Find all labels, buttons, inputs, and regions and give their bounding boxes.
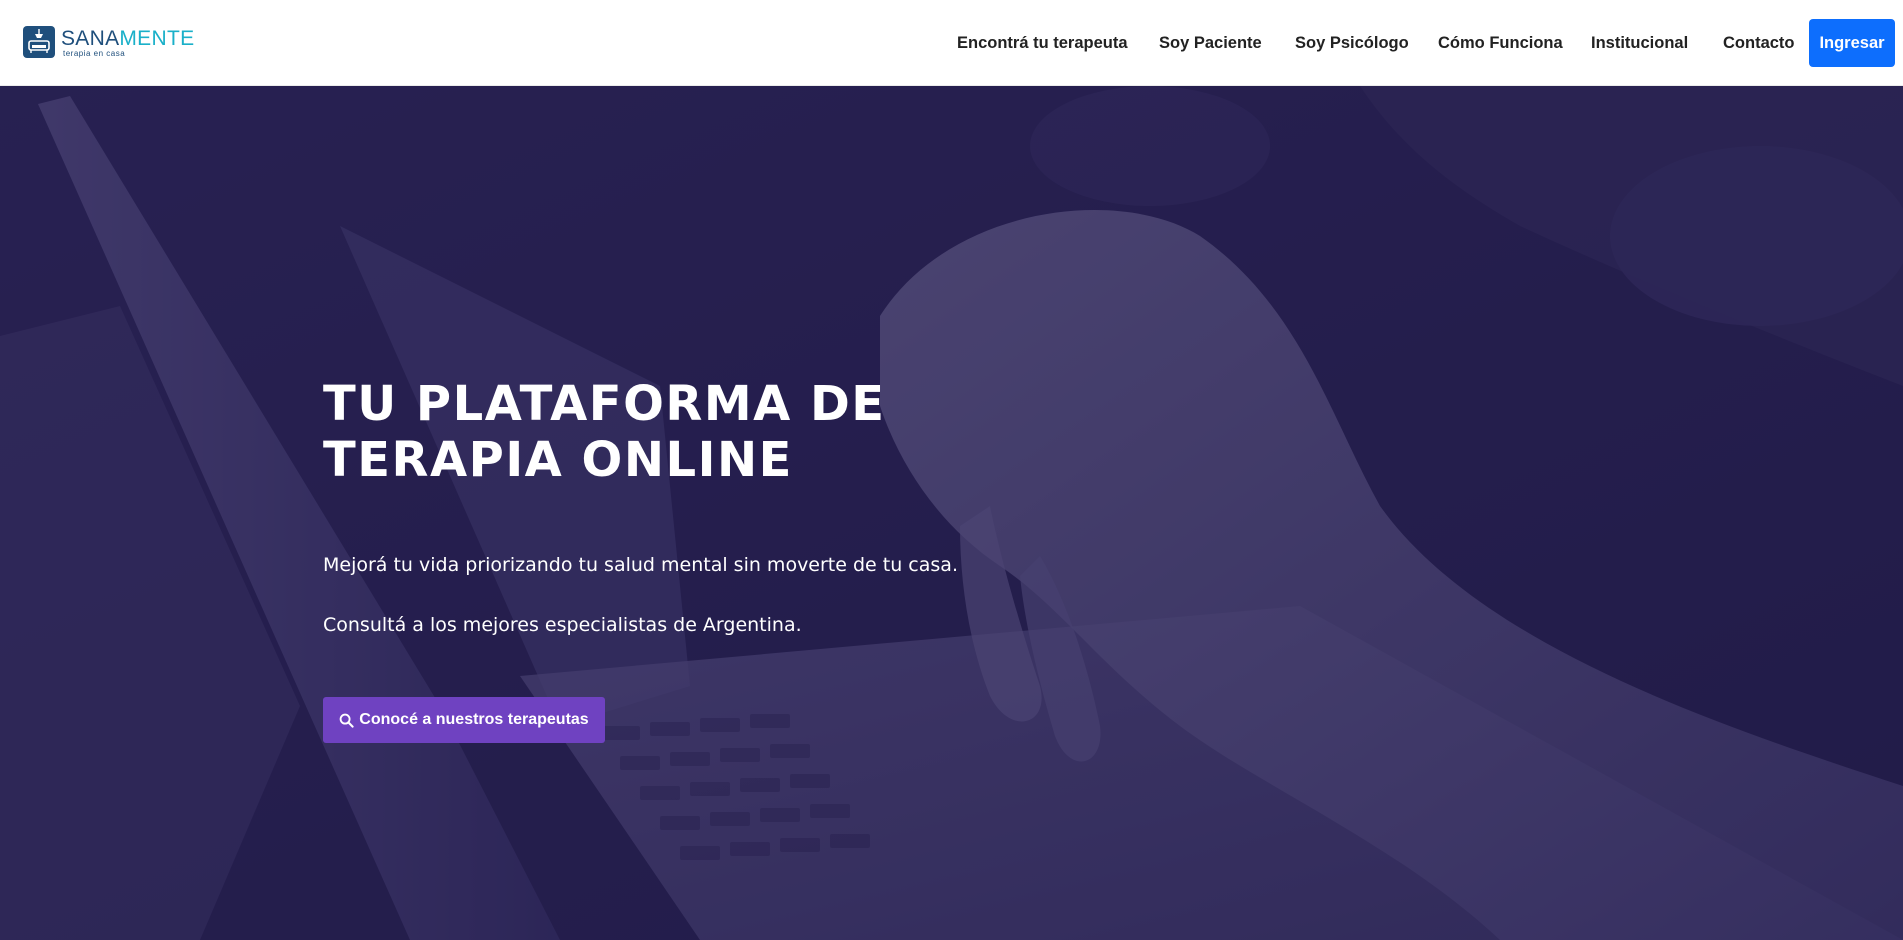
hero-section: TU PLATAFORMA DE TERAPIA ONLINE Mejorá t… [0, 86, 1903, 940]
brand-name-part2: MENTE [119, 27, 195, 50]
brand-tagline: terapia en casa [63, 49, 126, 58]
nav-contacto[interactable]: Contacto [1723, 33, 1795, 53]
hero-title-line1: TU PLATAFORMA DE [323, 376, 886, 432]
hero-text-2: Consultá a los mejores especialistas de … [323, 614, 802, 636]
site-header: SANAMENTE terapia en casa Encontrá tu te… [0, 0, 1903, 86]
cta-label: Conocé a nuestros terapeutas [359, 711, 589, 728]
nav-encontra-terapeuta[interactable]: Encontrá tu terapeuta [957, 33, 1128, 53]
hero-overlay [0, 86, 1903, 940]
nav-institucional[interactable]: Institucional [1591, 33, 1688, 53]
login-button[interactable]: Ingresar [1809, 19, 1895, 67]
couch-icon [23, 26, 55, 58]
hero-text-1: Mejorá tu vida priorizando tu salud ment… [323, 554, 958, 576]
brand-name: SANAMENTE [61, 28, 194, 50]
cta-meet-therapists-button[interactable]: Conocé a nuestros terapeutas [323, 697, 605, 743]
nav-soy-paciente[interactable]: Soy Paciente [1159, 33, 1262, 53]
brand-logo[interactable]: SANAMENTE terapia en casa [23, 26, 194, 60]
nav-como-funciona[interactable]: Cómo Funciona [1438, 33, 1563, 53]
nav-soy-psicologo[interactable]: Soy Psicólogo [1295, 33, 1409, 53]
brand-name-part1: SANA [61, 27, 120, 50]
hero-title-line2: TERAPIA ONLINE [323, 432, 793, 488]
hero-content: TU PLATAFORMA DE TERAPIA ONLINE Mejorá t… [323, 376, 1023, 743]
hero-title: TU PLATAFORMA DE TERAPIA ONLINE [323, 376, 1023, 488]
search-icon [339, 713, 354, 728]
